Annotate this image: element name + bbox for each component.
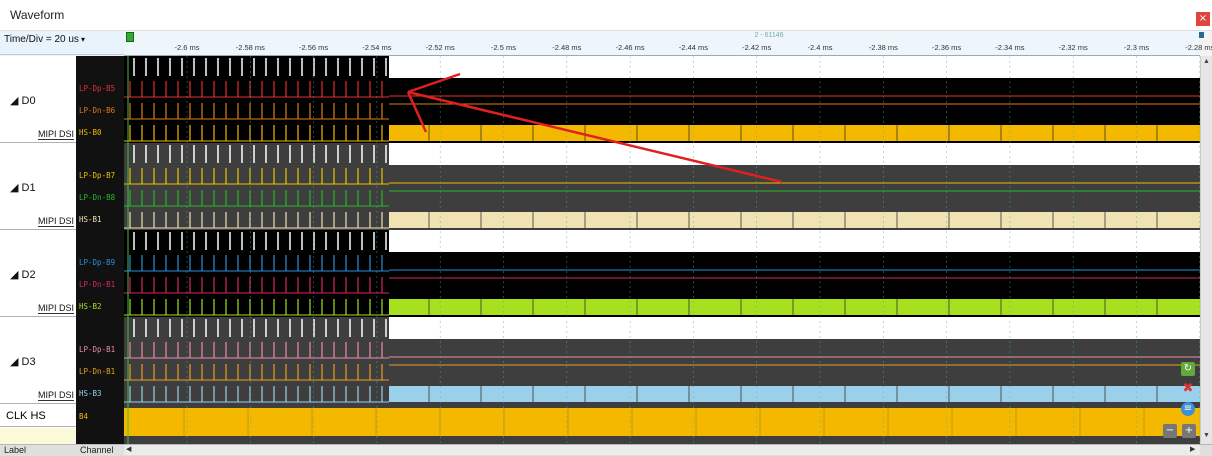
channel-name: LP-Dn-B6 <box>79 106 116 115</box>
waveform-area[interactable] <box>124 56 1200 444</box>
label-header: Label <box>4 445 27 455</box>
group-protocol: MIPI DSI <box>37 216 74 227</box>
scroll-down-icon[interactable]: ▼ <box>1202 432 1211 441</box>
ruler-tick: -2.6 ms <box>174 43 200 52</box>
delete-icon[interactable]: ✖ <box>1181 382 1195 396</box>
group-label-1[interactable]: ◢ D1 MIPI DSI <box>0 143 76 230</box>
ruler-tick: -2.56 ms <box>299 43 329 52</box>
cursor-label: 2 - 61146 <box>754 32 784 39</box>
channel-name: LP-Dp-B1 <box>79 345 116 354</box>
waveform-canvas[interactable] <box>124 56 1200 444</box>
ruler-tick: -2.46 ms <box>615 43 645 52</box>
ruler-tick: -2.58 ms <box>235 43 265 52</box>
trigger-marker-icon[interactable] <box>126 32 134 42</box>
time-div-selector[interactable]: Time/Div = 20 us ▾ <box>0 31 124 55</box>
note-icon[interactable]: ≡ <box>1181 402 1195 416</box>
hs-data-band <box>389 386 1200 402</box>
ruler-tick: -2.34 ms <box>995 43 1025 52</box>
scroll-left-icon[interactable]: ◀ <box>126 445 131 453</box>
close-icon[interactable]: × <box>1196 12 1210 26</box>
channel-name: LP-Dn-B1 <box>79 367 116 376</box>
group-label-2[interactable]: ◢ D2 MIPI DSI <box>0 230 76 317</box>
channel-name: LP-Dn-B8 <box>79 193 116 202</box>
ruler-tick: -2.54 ms <box>362 43 392 52</box>
time-div-value: Time/Div = 20 us <box>4 34 79 45</box>
group-name: ◢ D3 <box>10 356 36 368</box>
clk-band <box>124 408 1200 436</box>
scroll-right-icon[interactable]: ▶ <box>1190 445 1195 453</box>
ruler-tick: -2.32 ms <box>1058 43 1088 52</box>
channel-column: LP-Dp-B5 LP-Dn-B6 HS-B0 LP-Dp-B7 LP-Dn-B8 HS-… <box>76 56 124 444</box>
channel-header: Channel <box>80 445 114 455</box>
group-name: ◢ D2 <box>10 269 36 281</box>
group-protocol: MIPI DSI <box>37 390 74 401</box>
clk-label[interactable]: CLK HS <box>0 405 76 427</box>
ruler-tick: -2.48 ms <box>552 43 582 52</box>
ruler-tick: -2.5 ms <box>490 43 517 52</box>
window-titlebar: Waveform × <box>0 0 1212 31</box>
ruler-tick: -2.52 ms <box>425 43 455 52</box>
ruler-tick: -2.42 ms <box>742 43 772 52</box>
channel-name: HS-B3 <box>79 389 102 398</box>
group-label-3[interactable]: ◢ D3 MIPI DSI <box>0 317 76 404</box>
hs-data-band <box>389 125 1200 141</box>
zoom-out-icon[interactable]: − <box>1163 424 1177 438</box>
chevron-down-icon: ▾ <box>80 35 85 44</box>
hs-data-band <box>389 212 1200 228</box>
group-name: ◢ D1 <box>10 182 36 194</box>
refresh-icon[interactable]: ↻ <box>1181 362 1195 376</box>
group-label-0[interactable]: ◢ D0 MIPI DSI <box>0 56 76 143</box>
channel-name: LP-Dp-B7 <box>79 171 116 180</box>
group-protocol: MIPI DSI <box>37 303 74 314</box>
ruler-tick: -2.36 ms <box>932 43 962 52</box>
channel-name: LP-Dp-B9 <box>79 258 116 267</box>
end-marker-icon[interactable] <box>1199 32 1204 38</box>
horizontal-scrollbar[interactable]: ◀ ▶ <box>124 445 1200 455</box>
ruler-tick: -2.28 ms <box>1185 43 1212 52</box>
window-title: Waveform <box>10 8 65 22</box>
channel-name: HS-B2 <box>79 302 102 311</box>
zoom-in-icon[interactable]: + <box>1182 424 1196 438</box>
hs-data-band <box>389 299 1200 315</box>
group-name: ◢ D0 <box>10 95 36 107</box>
label-blank-row <box>0 428 76 444</box>
group-protocol: MIPI DSI <box>37 129 74 140</box>
label-column: ◢ D0 MIPI DSI ◢ D1 MIPI DSI ◢ D2 MIPI DSI ◢ D3… <box>0 56 76 444</box>
vertical-scrollbar[interactable]: ▲ ▼ <box>1200 56 1212 444</box>
ruler-tick: -2.38 ms <box>868 43 898 52</box>
channel-name: HS-B1 <box>79 215 102 224</box>
time-ruler[interactable]: 2 - 61146 -2.6 ms -2.58 ms -2.56 ms -2.54 m… <box>124 31 1212 56</box>
ruler-tick: -2.3 ms <box>1123 43 1150 52</box>
clk-channel-name: B4 <box>79 412 89 421</box>
scroll-up-icon[interactable]: ▲ <box>1202 58 1211 67</box>
channel-name: HS-B0 <box>79 128 102 137</box>
channel-name: LP-Dn-B1 <box>79 280 116 289</box>
ruler-tick: -2.4 ms <box>807 43 833 52</box>
channel-name: LP-Dp-B5 <box>79 84 116 93</box>
ruler-tick: -2.44 ms <box>678 43 708 52</box>
